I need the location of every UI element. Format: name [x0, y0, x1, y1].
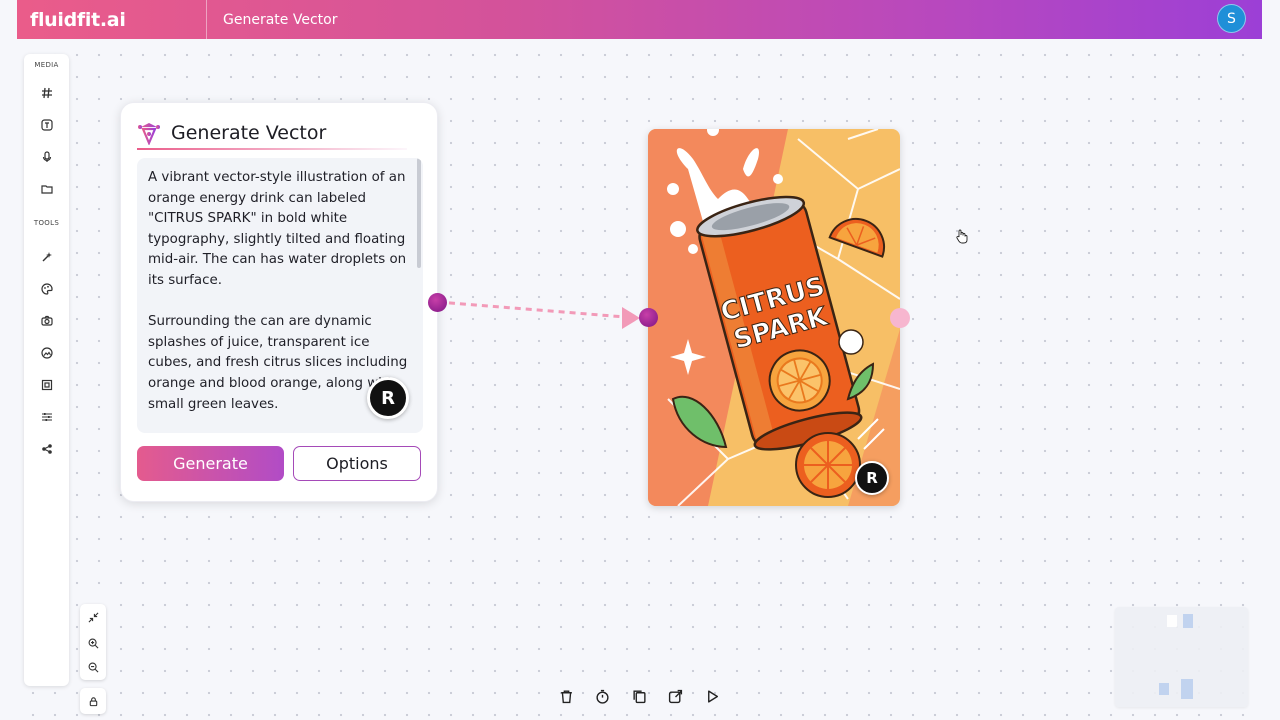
- image-edit-icon[interactable]: [36, 342, 57, 363]
- minimap-node: [1181, 679, 1193, 699]
- zoom-in-icon[interactable]: [85, 635, 101, 651]
- share-nodes-icon[interactable]: [36, 438, 57, 459]
- text-box-icon[interactable]: [36, 114, 57, 135]
- sliders-icon[interactable]: [36, 406, 57, 427]
- fit-view-icon[interactable]: [85, 609, 101, 625]
- play-icon[interactable]: [703, 687, 721, 705]
- folder-icon[interactable]: [36, 178, 57, 199]
- output-port[interactable]: [428, 293, 447, 312]
- right-edge: [1262, 0, 1280, 720]
- lock-icon: [85, 693, 101, 709]
- prompt-text: A vibrant vector-style illustration of a…: [148, 170, 408, 412]
- generate-vector-card[interactable]: Generate Vector A vibrant vector-style i…: [120, 102, 438, 502]
- card-title: Generate Vector: [171, 122, 327, 144]
- image-badge-icon[interactable]: R: [855, 461, 889, 495]
- minimap-node: [1183, 614, 1193, 628]
- zoom-out-icon[interactable]: [85, 659, 101, 675]
- title-underline: [137, 148, 407, 150]
- copy-icon[interactable]: [630, 687, 648, 705]
- left-edge: [0, 0, 17, 720]
- camera-icon[interactable]: [36, 310, 57, 331]
- microphone-icon[interactable]: [36, 146, 57, 167]
- left-toolbar: MEDIA TOOLS: [24, 54, 69, 686]
- sparkle-wand-icon[interactable]: [36, 246, 57, 267]
- minimap[interactable]: [1115, 607, 1248, 707]
- user-avatar[interactable]: S: [1217, 4, 1246, 33]
- lock-canvas-button[interactable]: [80, 688, 106, 714]
- hand-cursor-icon: [956, 229, 968, 244]
- generate-button[interactable]: Generate: [137, 446, 284, 481]
- minimap-node: [1159, 683, 1169, 695]
- image-output-port[interactable]: [890, 308, 910, 328]
- palette-icon[interactable]: [36, 278, 57, 299]
- generated-image[interactable]: CITRUS SPARK R: [648, 129, 900, 506]
- vector-pen-icon: [138, 123, 160, 145]
- citrus-spark-illustration: CITRUS SPARK: [648, 129, 900, 506]
- hash-icon[interactable]: [36, 82, 57, 103]
- timer-icon[interactable]: [594, 687, 612, 705]
- media-section-label: MEDIA: [34, 61, 59, 69]
- zoom-controls: [80, 604, 106, 680]
- input-port[interactable]: [639, 308, 658, 327]
- frame-icon[interactable]: [36, 374, 57, 395]
- top-bar: fluidfit.ai Generate Vector S: [17, 0, 1262, 39]
- tools-section-label: TOOLS: [33, 219, 60, 227]
- page-title: Generate Vector: [223, 11, 338, 28]
- prompt-scrollbar[interactable]: [417, 158, 421, 268]
- options-button[interactable]: Options: [293, 446, 421, 481]
- bottom-action-bar: [549, 682, 729, 710]
- card-header: Generate Vector: [137, 121, 326, 145]
- trash-icon[interactable]: [557, 687, 575, 705]
- share-icon[interactable]: [667, 687, 685, 705]
- assistant-badge-icon[interactable]: R: [367, 377, 409, 419]
- connector-edge: [437, 300, 640, 329]
- brand-logo[interactable]: fluidfit.ai: [17, 9, 206, 31]
- minimap-node: [1167, 615, 1177, 627]
